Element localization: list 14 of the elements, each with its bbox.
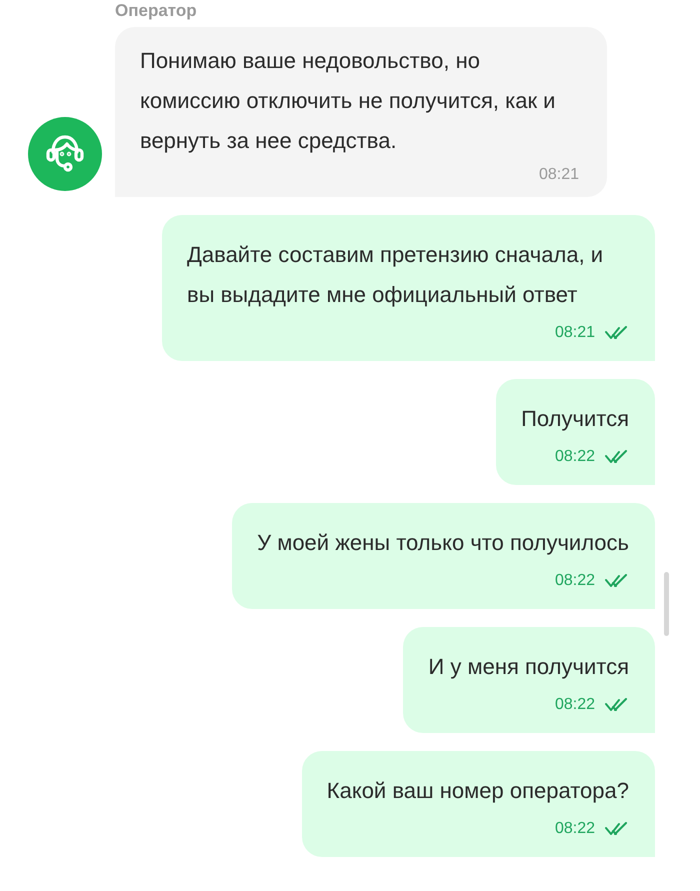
sender-name: Оператор: [115, 1, 198, 21]
message-text: Давайте составим претензию сначала, и вы выдадите мне официальный ответ: [187, 241, 604, 309]
message-time: 08:22: [554, 447, 595, 467]
message-text: У моей жены только что получилось: [257, 529, 629, 557]
scrollbar[interactable]: [664, 572, 669, 636]
message-text: И у меня получится: [428, 653, 629, 681]
message-text: Понимаю ваше недовольство, но комиссию отключить не получится, как и вернуть за нее средства.: [140, 47, 556, 155]
message-time: 08:21: [554, 323, 595, 343]
message-time: 08:21: [538, 165, 579, 185]
message-text: Получится: [521, 405, 629, 433]
message-time: 08:22: [554, 819, 595, 839]
message-text: Какой ваш номер оператора?: [326, 777, 629, 805]
message-time: 08:22: [554, 695, 595, 715]
message-time: 08:22: [554, 571, 595, 591]
